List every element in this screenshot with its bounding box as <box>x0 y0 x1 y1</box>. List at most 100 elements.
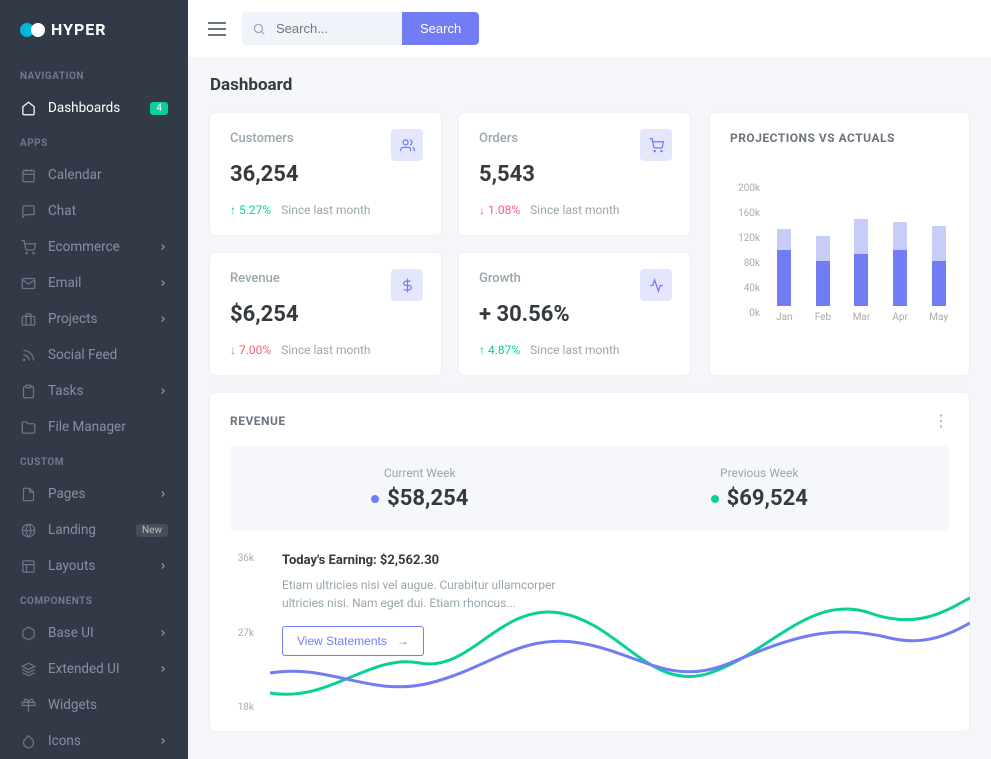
chevron-right-icon <box>158 664 168 674</box>
bar-actual <box>816 236 830 261</box>
y-tick: 120k <box>730 233 760 244</box>
mail-icon <box>20 275 36 291</box>
stat-value: 36,254 <box>230 162 421 187</box>
dot-icon <box>371 495 379 503</box>
bar-label: May <box>929 312 948 323</box>
nav-label: Social Feed <box>48 347 168 363</box>
revenue-card: REVENUE ⋮ Current Week $58,254 Previous … <box>210 393 969 731</box>
search-button[interactable]: Search <box>402 12 479 45</box>
home-icon <box>20 100 36 116</box>
nav-item-ecommerce[interactable]: Ecommerce <box>0 229 188 265</box>
nav-badge: New <box>136 524 168 537</box>
users-icon <box>391 129 423 161</box>
y-tick: 27k <box>230 628 254 639</box>
topbar: Search <box>188 0 991 57</box>
folder-icon <box>20 419 36 435</box>
nav-section-title: CUSTOM <box>0 445 188 476</box>
nav-item-calendar[interactable]: Calendar <box>0 157 188 193</box>
nav-item-dashboards[interactable]: Dashboards4 <box>0 90 188 126</box>
file-icon <box>20 486 36 502</box>
bar-actual <box>777 229 791 250</box>
nav-item-widgets[interactable]: Widgets <box>0 687 188 723</box>
stat-value: 5,543 <box>479 162 670 187</box>
nav-item-tasks[interactable]: Tasks <box>0 373 188 409</box>
search-input[interactable] <box>242 12 402 45</box>
cart-icon <box>640 129 672 161</box>
dollar-icon <box>391 269 423 301</box>
chevron-right-icon <box>158 278 168 288</box>
nav-item-layouts[interactable]: Layouts <box>0 548 188 584</box>
stat-card-orders: Orders5,543↓ 1.08%Since last month <box>459 113 690 235</box>
previous-week-label: Previous Week <box>711 466 808 480</box>
bar-actual <box>893 222 907 250</box>
nav-item-file-manager[interactable]: File Manager <box>0 409 188 445</box>
bar-label: Jan <box>776 312 792 323</box>
nav-label: Widgets <box>48 697 168 713</box>
stack-icon <box>20 661 36 677</box>
gift-icon <box>20 697 36 713</box>
nav-badge: 4 <box>150 102 168 115</box>
nav-item-chat[interactable]: Chat <box>0 193 188 229</box>
y-tick: 160k <box>730 208 760 219</box>
today-earning: Today's Earning: $2,562.30 <box>282 553 582 568</box>
cart-icon <box>20 239 36 255</box>
stat-since: Since last month <box>530 343 619 357</box>
stat-since: Since last month <box>281 343 370 357</box>
chevron-right-icon <box>158 628 168 638</box>
y-tick: 80k <box>730 258 760 269</box>
bar-group: May <box>928 166 949 323</box>
bar-projection <box>816 261 830 307</box>
current-week-value: $58,254 <box>387 486 468 511</box>
bar-projection <box>932 261 946 307</box>
bar-label: Feb <box>815 312 831 323</box>
nav-label: File Manager <box>48 419 168 435</box>
revenue-title: REVENUE <box>230 414 286 428</box>
more-icon[interactable]: ⋮ <box>933 411 949 430</box>
nav-section-title: APPS <box>0 126 188 157</box>
bar-label: Mar <box>853 312 871 323</box>
chevron-right-icon <box>158 736 168 746</box>
page-title: Dashboard <box>210 75 969 95</box>
stat-value: + 30.56% <box>479 302 670 327</box>
bar-projection <box>854 254 868 307</box>
search-box: Search <box>242 12 479 45</box>
nav-item-extended-ui[interactable]: Extended UI <box>0 651 188 687</box>
layout-icon <box>20 558 36 574</box>
view-statements-label: View Statements <box>297 634 387 648</box>
menu-toggle-icon[interactable] <box>208 22 226 36</box>
revenue-description: Etiam ultricies nisi vel augue. Curabitu… <box>282 576 582 612</box>
nav-item-landing[interactable]: LandingNew <box>0 512 188 548</box>
briefcase-icon <box>20 311 36 327</box>
search-icon <box>252 22 266 36</box>
previous-week-value: $69,524 <box>727 486 808 511</box>
clipboard-icon <box>20 383 36 399</box>
stat-since: Since last month <box>281 203 370 217</box>
chevron-right-icon <box>158 314 168 324</box>
bar-group: Apr <box>890 166 911 323</box>
globe-icon <box>20 522 36 538</box>
projections-chart: 200k160k120k80k40k0k JanFebMarAprMay <box>730 163 949 323</box>
brand-logo[interactable]: HYPER <box>0 20 188 59</box>
view-statements-button[interactable]: View Statements → <box>282 626 424 656</box>
nav-item-icons[interactable]: Icons <box>0 723 188 759</box>
stat-value: $6,254 <box>230 302 421 327</box>
nav-label: Pages <box>48 486 158 502</box>
nav-item-email[interactable]: Email <box>0 265 188 301</box>
nav-label: Chat <box>48 203 168 219</box>
y-tick: 40k <box>730 283 760 294</box>
stat-card-customers: Customers36,254↑ 5.27%Since last month <box>210 113 441 235</box>
logo-icon <box>20 23 45 37</box>
chevron-right-icon <box>158 489 168 499</box>
nav-item-social-feed[interactable]: Social Feed <box>0 337 188 373</box>
bar-projection <box>777 250 791 306</box>
current-week-label: Current Week <box>371 466 468 480</box>
nav-item-pages[interactable]: Pages <box>0 476 188 512</box>
nav-item-base-ui[interactable]: Base UI <box>0 615 188 651</box>
sidebar: HYPER NAVIGATIONDashboards4APPSCalendarC… <box>0 0 188 759</box>
bar-group: Mar <box>851 166 872 323</box>
nav-item-projects[interactable]: Projects <box>0 301 188 337</box>
bar-actual <box>854 219 868 254</box>
nav-label: Extended UI <box>48 661 158 677</box>
nav-label: Email <box>48 275 158 291</box>
stat-since: Since last month <box>530 203 619 217</box>
